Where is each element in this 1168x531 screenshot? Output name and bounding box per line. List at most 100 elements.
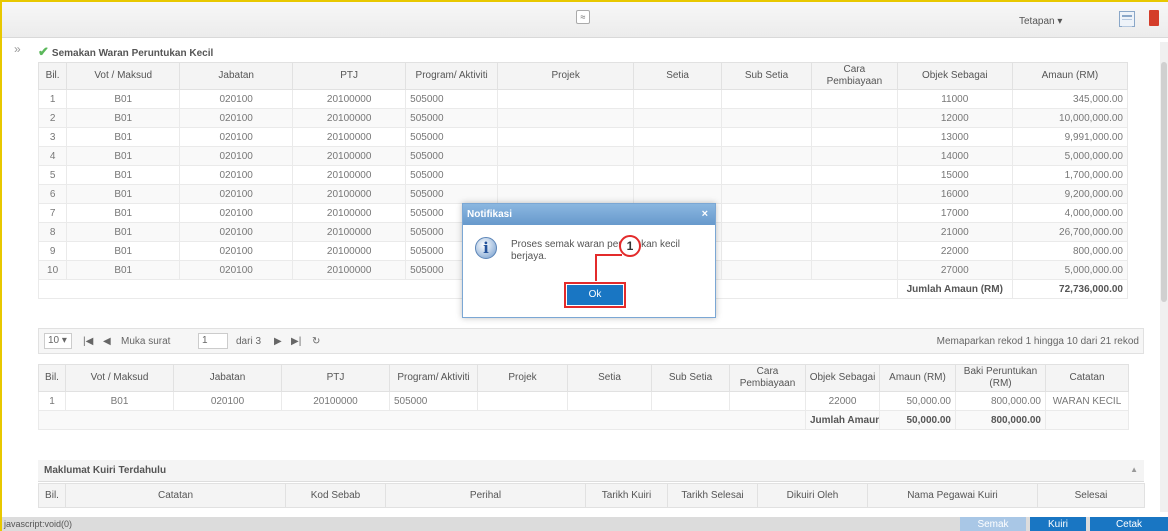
col-header[interactable]: Tarikh Kuiri	[585, 483, 668, 508]
cell: 10,000,000.00	[1011, 108, 1129, 128]
cell	[721, 241, 812, 261]
collapse-header-button[interactable]: ≈	[576, 10, 590, 24]
prev-page-button[interactable]: ◀	[103, 336, 111, 347]
logout-icon[interactable]	[1149, 10, 1159, 26]
cell	[497, 108, 635, 128]
col-header[interactable]: Amaun (RM)	[879, 364, 956, 392]
cell	[810, 146, 898, 166]
cell	[810, 222, 898, 242]
cell: 020100	[179, 222, 294, 242]
cell: B01	[66, 260, 181, 280]
cell: 020100	[179, 89, 294, 109]
checkmark-icon: ✔	[38, 44, 49, 59]
col-header[interactable]: Kod Sebab	[285, 483, 386, 508]
table-row[interactable]: 5 B01 020100 20100000 505000 15000 1,700,000.0…	[37, 165, 1129, 185]
col-header[interactable]: Tarikh Selesai	[667, 483, 758, 508]
kuiri-button[interactable]: Kuiri	[1030, 517, 1086, 531]
cell: 5,000,000.00	[1011, 260, 1129, 280]
sidebar-toggle-button[interactable]: »	[14, 42, 21, 56]
col-header[interactable]: Bil.	[38, 483, 66, 508]
table-row[interactable]: 2 B01 020100 20100000 505000 12000 10,000,000.…	[37, 108, 1129, 128]
col-header[interactable]: Projek	[497, 62, 635, 90]
scrollbar-thumb[interactable]	[1161, 62, 1167, 302]
col-header[interactable]: Bil.	[37, 62, 68, 90]
next-page-button[interactable]: ▶	[274, 336, 282, 347]
cell: WARAN KECIL	[1045, 391, 1129, 411]
col-header[interactable]: Dikuiri Oleh	[757, 483, 868, 508]
col-header[interactable]: Jabatan	[173, 364, 282, 392]
close-icon[interactable]: ×	[702, 208, 708, 220]
col-header[interactable]: Vot / Maksud	[66, 62, 181, 90]
table-row[interactable]: 6 B01 020100 20100000 505000 16000 9,200,000.0…	[37, 184, 1129, 204]
col-header[interactable]: Catatan	[1045, 364, 1129, 392]
col-header[interactable]: Sub Setia	[651, 364, 730, 392]
selected-allocation-panel: Bil. Vot / Maksud Jabatan PTJ Program/ A…	[38, 364, 1129, 430]
col-header[interactable]: Projek	[477, 364, 568, 392]
col-header[interactable]: Baki Peruntukan (RM)	[955, 364, 1046, 392]
total-row: Jumlah Amaun (F 50,000.00 800,000.00	[38, 410, 1129, 430]
col-header[interactable]: Cara Pembiayaan	[810, 62, 898, 90]
query-history-table: Bil. Catatan Kod Sebab Perihal Tarikh Ku…	[38, 483, 1145, 508]
table-row[interactable]: 3 B01 020100 20100000 505000 13000 9,991,000.0…	[37, 127, 1129, 147]
col-header[interactable]: Bil.	[38, 364, 66, 392]
last-page-button[interactable]: ▶|	[291, 336, 301, 347]
col-header[interactable]: Cara Pembiayaan	[729, 364, 806, 392]
ok-button-highlight[interactable]: Ok	[564, 282, 626, 308]
col-header[interactable]: Catatan	[65, 483, 286, 508]
col-header[interactable]: Perihal	[385, 483, 586, 508]
collapse-caret-icon[interactable]: ▲	[1130, 465, 1138, 474]
col-header[interactable]: PTJ	[292, 62, 407, 90]
page-count-label: dari 3	[236, 336, 262, 347]
cetak-button[interactable]: Cetak	[1090, 517, 1168, 531]
cell: 020100	[179, 165, 294, 185]
semak-button[interactable]: Semak	[960, 517, 1026, 531]
calendar-icon[interactable]	[1119, 11, 1135, 27]
cell: 14000	[896, 146, 1013, 166]
cell	[810, 165, 898, 185]
refresh-icon[interactable]: ↻	[312, 336, 320, 347]
ok-button[interactable]: Ok	[567, 285, 623, 305]
cell: B01	[66, 108, 181, 128]
cell	[810, 108, 898, 128]
table-header-row: Bil. Vot / Maksud Jabatan PTJ Program/ A…	[37, 62, 1129, 90]
cell: 17000	[896, 203, 1013, 223]
callout-number: 1	[619, 235, 641, 257]
first-page-button[interactable]: |◀	[83, 336, 93, 347]
cell	[721, 165, 812, 185]
col-header[interactable]: Setia	[567, 364, 652, 392]
cell: 505000	[405, 127, 499, 147]
query-history-panel: Bil. Catatan Kod Sebab Perihal Tarikh Ku…	[38, 483, 1145, 508]
cell: 16000	[896, 184, 1013, 204]
table-row[interactable]: 1 B01 020100 20100000 505000 22000 50,00…	[38, 391, 1129, 411]
cell: 020100	[179, 146, 294, 166]
page-number-input[interactable]: 1	[198, 333, 228, 349]
col-header[interactable]: Jabatan	[179, 62, 294, 90]
cell: 800,000.00	[1011, 241, 1129, 261]
total-spacer	[1045, 410, 1129, 430]
col-header[interactable]: Selesai	[1037, 483, 1145, 508]
table-row[interactable]: 4 B01 020100 20100000 505000 14000 5,000,000.0…	[37, 146, 1129, 166]
page-size-select[interactable]: 10 ▾	[44, 333, 72, 349]
col-header[interactable]: Objek Sebagai	[896, 62, 1013, 90]
cell	[633, 165, 723, 185]
col-header[interactable]: Amaun (RM)	[1011, 62, 1129, 90]
cell: 20100000	[292, 165, 407, 185]
cell: 505000	[389, 391, 478, 411]
col-header[interactable]: Setia	[633, 62, 723, 90]
col-header[interactable]: Objek Sebagai	[805, 364, 880, 392]
cell: 345,000.00	[1011, 89, 1129, 109]
table-row[interactable]: 1 B01 020100 20100000 505000 11000 345,000.00	[37, 89, 1129, 109]
cell: 020100	[179, 260, 294, 280]
query-history-header[interactable]: Maklumat Kuiri Terdahulu ▲	[38, 460, 1144, 482]
col-header[interactable]: PTJ	[281, 364, 390, 392]
col-header[interactable]: Nama Pegawai Kuiri	[867, 483, 1038, 508]
col-header[interactable]: Sub Setia	[721, 62, 812, 90]
col-header[interactable]: Program/ Aktiviti	[405, 62, 499, 90]
settings-menu[interactable]: Tetapan ▾	[1019, 16, 1062, 27]
cell	[633, 184, 723, 204]
col-header[interactable]: Program/ Aktiviti	[389, 364, 478, 392]
cell	[721, 222, 812, 242]
cell: 505000	[405, 108, 499, 128]
cell: B01	[66, 165, 181, 185]
col-header[interactable]: Vot / Maksud	[65, 364, 174, 392]
